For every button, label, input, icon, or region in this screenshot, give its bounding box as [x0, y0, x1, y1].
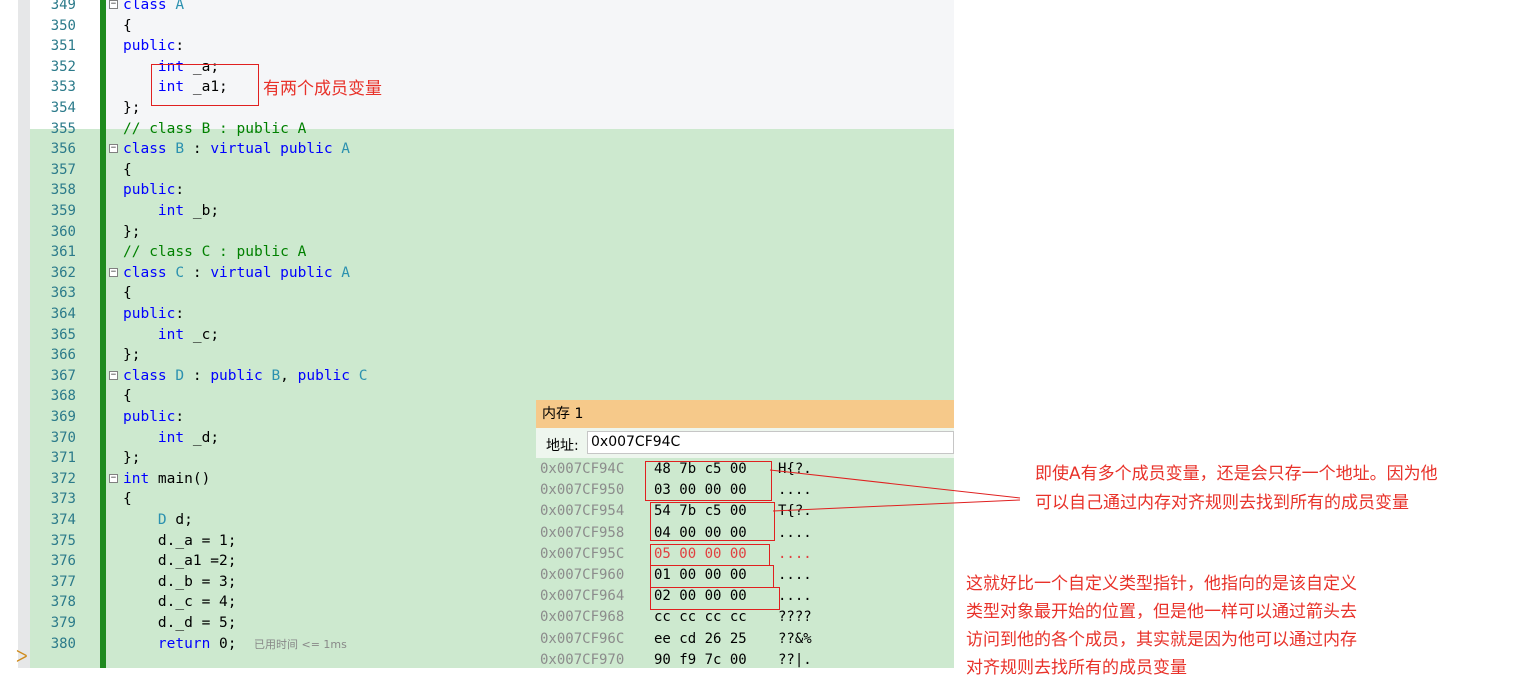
annotation-pointer-line1: 这就好比一个自定义类型指针，他指向的是该自定义 [966, 574, 1357, 594]
annotation-pointer-line4: 对齐规则去找所有的成员变量 [966, 658, 1187, 678]
annotation-pointer-line2: 类型对象最开始的位置，但是他一样可以通过箭头去 [966, 602, 1357, 622]
annotation-address: 即使A有多个成员变量，还是会只存一个地址。因为他 可以自己通过内存对齐规则去找到… [1035, 460, 1438, 518]
annotation-address-line1: 即使A有多个成员变量，还是会只存一个地址。因为他 [1035, 464, 1438, 484]
annotation-pointer-line3: 访问到他的各个成员，其实就是因为他可以通过内存 [966, 630, 1357, 650]
annotation-pointer: 这就好比一个自定义类型指针，他指向的是该自定义 类型对象最开始的位置，但是他一样… [966, 570, 1357, 682]
annotation-address-line2: 可以自己通过内存对齐规则去找到所有的成员变量 [1035, 493, 1409, 513]
